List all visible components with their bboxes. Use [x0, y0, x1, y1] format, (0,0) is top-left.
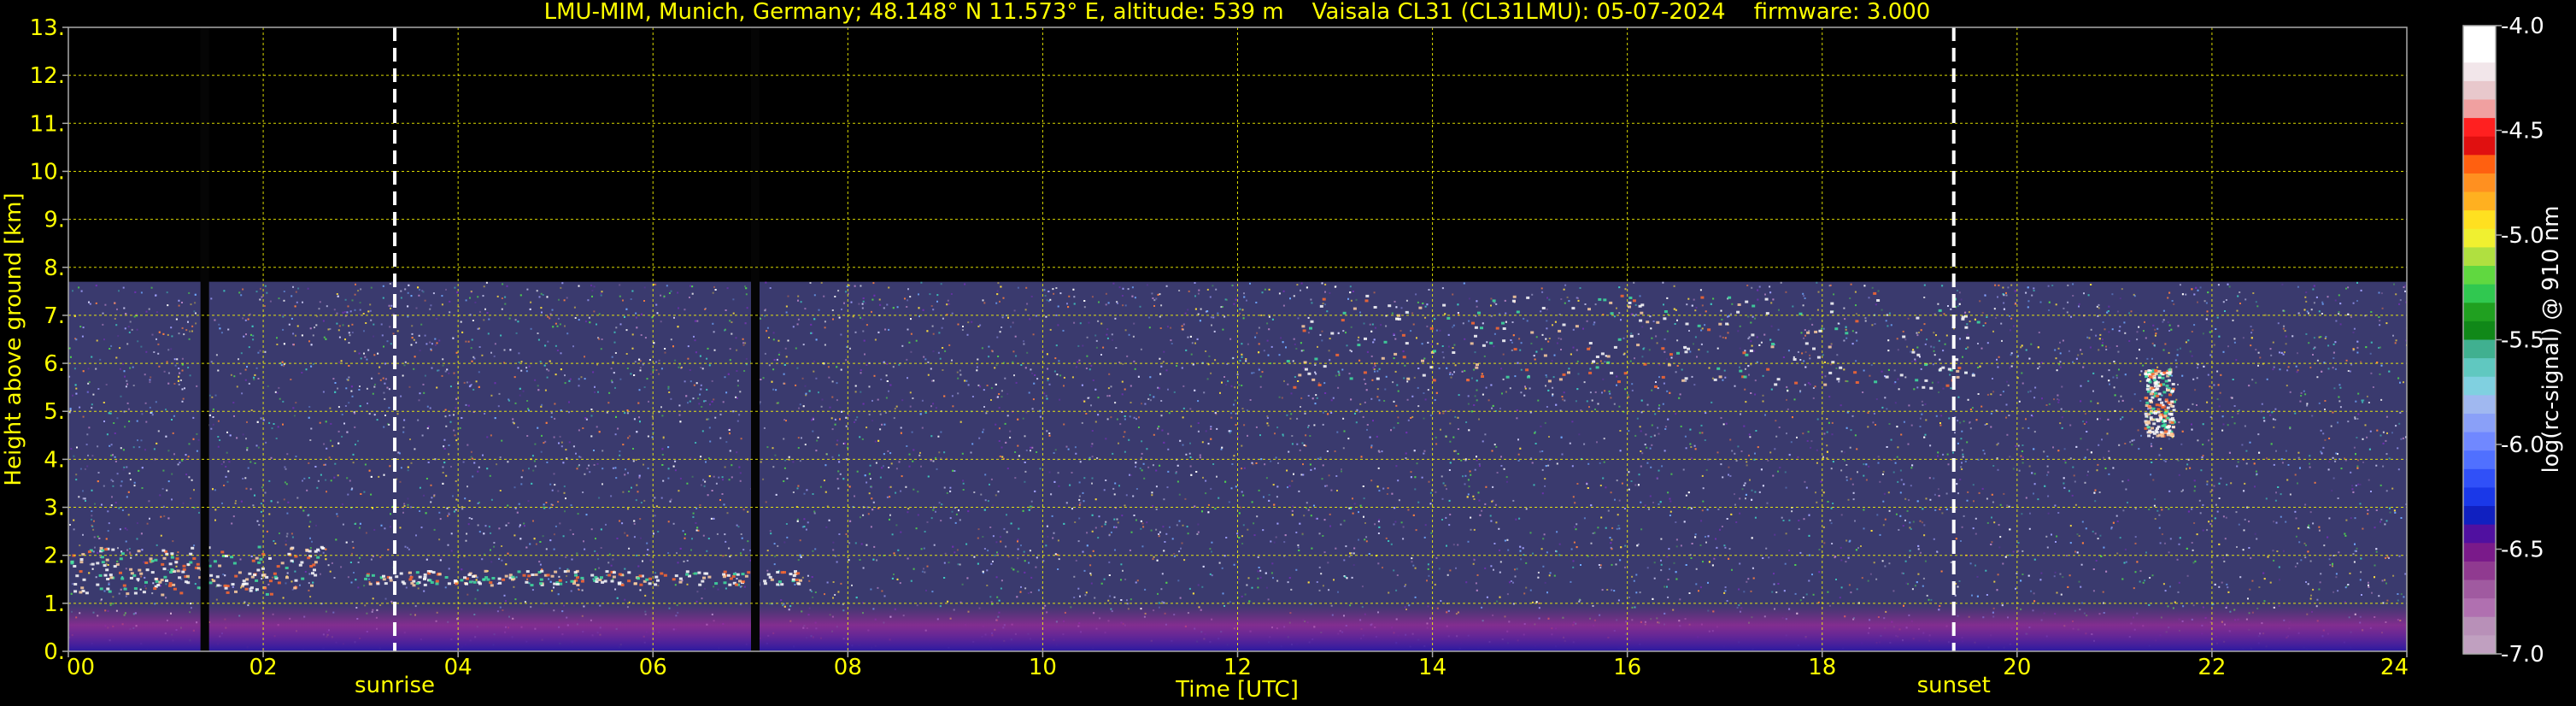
colorbar-label: log(rc-signal) @ 910 nm — [2538, 206, 2564, 474]
data-gap — [750, 27, 760, 651]
sunrise-label: sunrise — [355, 673, 435, 698]
y-tick-label: 8. — [44, 256, 65, 281]
colorbar-swatch — [2463, 62, 2496, 82]
y-axis-ticks: 0. 1. 2. 3. 4. 5. 6. 7. 8. 9. 10. 11. 12. 13. — [30, 15, 68, 665]
x-tick-label: 14 — [1418, 655, 1446, 680]
colorbar-swatch — [2463, 99, 2496, 119]
colorbar: -4.0-4.5-5.0-5.5-6.0-6.5-7.0 log(rc-sign… — [2462, 14, 2564, 668]
colorbar-tick-label: -6.5 — [2501, 538, 2544, 563]
colorbar-ticks: -4.0-4.5-5.0-5.5-6.0-6.5-7.0 — [2496, 14, 2544, 668]
x-tick-label: 06 — [639, 655, 667, 680]
colorbar-swatch — [2463, 321, 2496, 341]
colorbar-swatch — [2463, 524, 2496, 544]
data-gap — [200, 27, 209, 651]
y-tick-label: 5. — [44, 399, 65, 425]
x-tick-label: 18 — [1808, 655, 1836, 680]
x-tick-label: 02 — [249, 655, 278, 680]
colorbar-tick-label: -4.0 — [2501, 14, 2544, 39]
colorbar-tick-label: -4.5 — [2501, 119, 2544, 144]
colorbar-swatch — [2463, 284, 2496, 303]
colorbar-swatch — [2463, 136, 2496, 156]
colorbar-swatch — [2463, 247, 2496, 267]
colorbar-swatch — [2463, 80, 2496, 101]
colorbar-swatch — [2463, 376, 2496, 396]
colorbar-swatch — [2463, 303, 2496, 322]
y-tick-label: 10. — [30, 159, 65, 185]
chart-title: LMU-MIM, Munich, Germany; 48.148° N 11.5… — [544, 0, 1931, 25]
colorbar-swatch — [2463, 44, 2496, 63]
y-axis-label: Height above ground [km] — [1, 192, 26, 485]
colorbar-swatch — [2463, 468, 2496, 489]
colorbar-swatch — [2463, 616, 2496, 636]
colorbar-swatch — [2463, 506, 2496, 526]
colorbar-swatch — [2463, 118, 2496, 138]
colorbar-swatch — [2463, 450, 2496, 470]
colorbar-tick-label: -7.0 — [2501, 642, 2544, 668]
x-tick-label: 10 — [1029, 655, 1057, 680]
y-tick-label: 0. — [44, 639, 65, 665]
x-tick-label: 24 — [2380, 655, 2409, 680]
x-tick-label: 08 — [834, 655, 862, 680]
y-tick-label: 4. — [44, 447, 65, 473]
colorbar-swatch — [2463, 432, 2496, 451]
colorbar-swatch — [2463, 26, 2496, 45]
colorbar-swatch — [2463, 580, 2496, 599]
colorbar-swatch — [2463, 635, 2496, 655]
colorbar-swatch — [2463, 228, 2496, 249]
x-tick-label: 22 — [2198, 655, 2226, 680]
y-tick-label: 9. — [44, 208, 65, 233]
colorbar-swatches — [2463, 26, 2496, 655]
ceilometer-chart: sunrise sunset 00 02 04 06 08 10 12 14 16 18 20 22 24… — [1, 0, 2564, 703]
y-tick-label: 11. — [30, 111, 65, 137]
colorbar-swatch — [2463, 561, 2496, 581]
colorbar-swatch — [2463, 358, 2496, 378]
x-tick-label: 04 — [444, 655, 472, 680]
colorbar-swatch — [2463, 173, 2496, 193]
x-axis-label: Time [UTC] — [1175, 677, 1299, 703]
x-tick-label: 20 — [2003, 655, 2031, 680]
y-tick-label: 2. — [44, 544, 65, 569]
sunset-label: sunset — [1917, 673, 1991, 698]
colorbar-swatch — [2463, 210, 2496, 230]
y-tick-label: 1. — [44, 591, 65, 617]
y-tick-label: 12. — [30, 63, 65, 89]
colorbar-swatch — [2463, 191, 2496, 211]
colorbar-swatch — [2463, 487, 2496, 507]
colorbar-swatch — [2463, 413, 2496, 433]
y-tick-label: 6. — [44, 351, 65, 377]
x-tick-label: 00 — [67, 655, 95, 680]
colorbar-swatch — [2463, 598, 2496, 618]
y-tick-label: 13. — [30, 15, 65, 41]
colorbar-swatch — [2463, 395, 2496, 415]
colorbar-swatch — [2463, 155, 2496, 174]
x-tick-label: 16 — [1613, 655, 1641, 680]
colorbar-swatch — [2463, 543, 2496, 562]
colorbar-swatch — [2463, 339, 2496, 359]
y-tick-label: 7. — [44, 303, 65, 329]
y-tick-label: 3. — [44, 496, 65, 521]
colorbar-swatch — [2463, 266, 2496, 285]
